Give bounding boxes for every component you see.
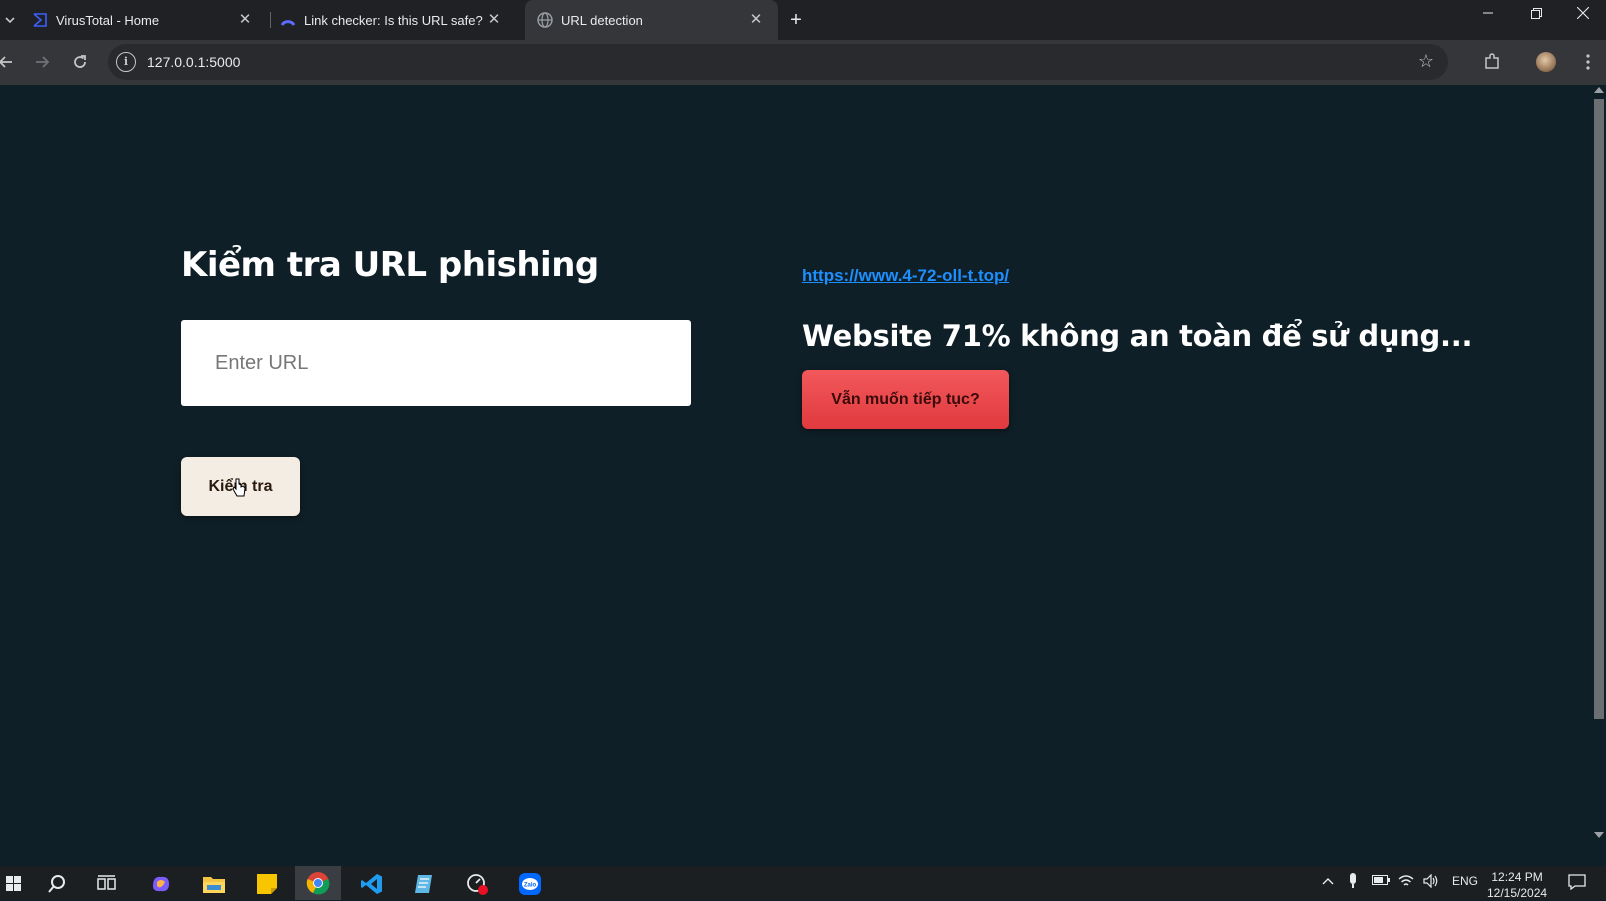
clock-time: 12:24 PM bbox=[1491, 870, 1543, 884]
close-icon bbox=[1577, 7, 1589, 19]
new-tab-button[interactable]: + bbox=[785, 0, 807, 40]
windows-icon bbox=[6, 876, 21, 891]
scrollbar[interactable] bbox=[1590, 85, 1606, 866]
notification-icon[interactable] bbox=[1568, 874, 1586, 893]
task-view-button[interactable] bbox=[93, 870, 121, 898]
microphone-icon[interactable] bbox=[1348, 873, 1358, 892]
vscode-app[interactable] bbox=[358, 870, 386, 898]
language-indicator[interactable]: ENG bbox=[1452, 874, 1478, 888]
hand-cursor-icon bbox=[232, 478, 246, 497]
clock-date: 12/15/2024 bbox=[1487, 886, 1548, 900]
tab-title: Link checker: Is this URL safe? | bbox=[304, 12, 484, 28]
sticky-notes-app[interactable] bbox=[253, 870, 281, 898]
vscode-icon bbox=[361, 874, 382, 894]
tab-link-checker[interactable]: Link checker: Is this URL safe? | ✕ bbox=[272, 0, 516, 40]
back-button[interactable] bbox=[0, 48, 20, 76]
restore-icon bbox=[1530, 7, 1542, 19]
reload-icon bbox=[74, 55, 86, 68]
taskbar-search-button[interactable] bbox=[43, 870, 71, 898]
chevron-down-icon bbox=[5, 17, 15, 24]
scroll-thumb[interactable] bbox=[1594, 99, 1604, 719]
volume-icon[interactable] bbox=[1423, 873, 1439, 891]
battery-icon[interactable] bbox=[1372, 874, 1390, 888]
minimize-button[interactable] bbox=[1465, 0, 1511, 26]
tab-url-detection[interactable]: URL detection ✕ bbox=[525, 0, 778, 40]
tab-title: VirusTotal - Home bbox=[56, 12, 160, 28]
reload-button[interactable] bbox=[66, 48, 94, 76]
folder-icon bbox=[203, 877, 225, 893]
continue-button[interactable]: Vẫn muốn tiếp tục? bbox=[802, 370, 1009, 429]
info-icon[interactable]: i bbox=[116, 52, 136, 72]
restore-button[interactable] bbox=[1513, 0, 1559, 26]
link-checker-icon bbox=[280, 12, 296, 28]
browser-frame: VirusTotal - Home ✕ Link checker: Is thi… bbox=[0, 0, 1606, 85]
sticky-note-icon bbox=[257, 874, 277, 894]
scroll-up-icon[interactable] bbox=[1594, 87, 1604, 93]
globe-icon bbox=[537, 12, 553, 28]
scroll-down-icon[interactable] bbox=[1594, 832, 1604, 838]
tab-virustotal[interactable]: VirusTotal - Home ✕ bbox=[22, 0, 267, 40]
task-view-icon bbox=[97, 875, 116, 890]
browser-toolbar: i 127.0.0.1:5000 ☆ bbox=[0, 40, 1606, 85]
zalo-icon: Zalo bbox=[519, 873, 541, 895]
recording-app[interactable] bbox=[463, 870, 491, 898]
address-text[interactable]: 127.0.0.1:5000 bbox=[147, 54, 240, 70]
tab-search-button[interactable] bbox=[0, 0, 20, 40]
result-url-link[interactable]: https://www.4-72-oll-t.top/ bbox=[802, 266, 1009, 286]
puzzle-icon bbox=[1485, 53, 1499, 69]
chrome-icon bbox=[306, 872, 330, 895]
tab-separator bbox=[270, 12, 271, 28]
search-icon bbox=[48, 875, 65, 893]
zalo-app[interactable]: Zalo bbox=[516, 870, 544, 898]
forward-button[interactable] bbox=[28, 48, 56, 76]
avatar bbox=[1536, 52, 1556, 72]
tab-title: URL detection bbox=[561, 12, 643, 28]
close-icon[interactable]: ✕ bbox=[486, 12, 502, 28]
clock[interactable]: 12:24 PM 12/15/2024 bbox=[1487, 869, 1547, 901]
plus-icon: + bbox=[790, 8, 802, 31]
star-icon[interactable]: ☆ bbox=[1418, 51, 1434, 72]
extensions-button[interactable] bbox=[1478, 48, 1506, 76]
url-input[interactable] bbox=[181, 320, 691, 406]
close-icon[interactable]: ✕ bbox=[748, 12, 764, 28]
more-vertical-icon bbox=[1586, 54, 1590, 70]
notepad-icon bbox=[415, 875, 432, 893]
start-button[interactable] bbox=[0, 870, 28, 898]
virustotal-icon bbox=[32, 12, 48, 28]
tab-strip: VirusTotal - Home ✕ Link checker: Is thi… bbox=[0, 0, 1606, 40]
result-message: Website 71% không an toàn để sử dụng... bbox=[802, 319, 1473, 353]
close-window-button[interactable] bbox=[1560, 0, 1606, 26]
file-explorer-app[interactable] bbox=[200, 870, 228, 898]
taskbar: Zalo ENG 12:24 PM 12/15/2024 bbox=[0, 866, 1606, 900]
copilot-app[interactable] bbox=[147, 870, 175, 898]
menu-button[interactable] bbox=[1574, 48, 1602, 76]
close-icon[interactable]: ✕ bbox=[237, 12, 253, 28]
wifi-icon[interactable] bbox=[1398, 874, 1414, 891]
profile-button[interactable] bbox=[1532, 48, 1560, 76]
minimize-icon bbox=[1483, 12, 1493, 14]
tray-overflow-icon[interactable] bbox=[1322, 874, 1334, 888]
copilot-icon bbox=[153, 876, 169, 892]
arrow-left-icon bbox=[0, 56, 12, 68]
page-title: Kiểm tra URL phishing bbox=[181, 245, 599, 285]
svg-text:Zalo: Zalo bbox=[524, 883, 537, 889]
chrome-app[interactable] bbox=[295, 866, 341, 900]
page-viewport: Kiểm tra URL phishing Kiểm tra https://w… bbox=[0, 85, 1590, 866]
record-icon bbox=[467, 874, 488, 895]
address-bar[interactable]: i 127.0.0.1:5000 ☆ bbox=[108, 44, 1448, 80]
notepad-app[interactable] bbox=[410, 870, 438, 898]
arrow-right-icon bbox=[36, 56, 50, 68]
